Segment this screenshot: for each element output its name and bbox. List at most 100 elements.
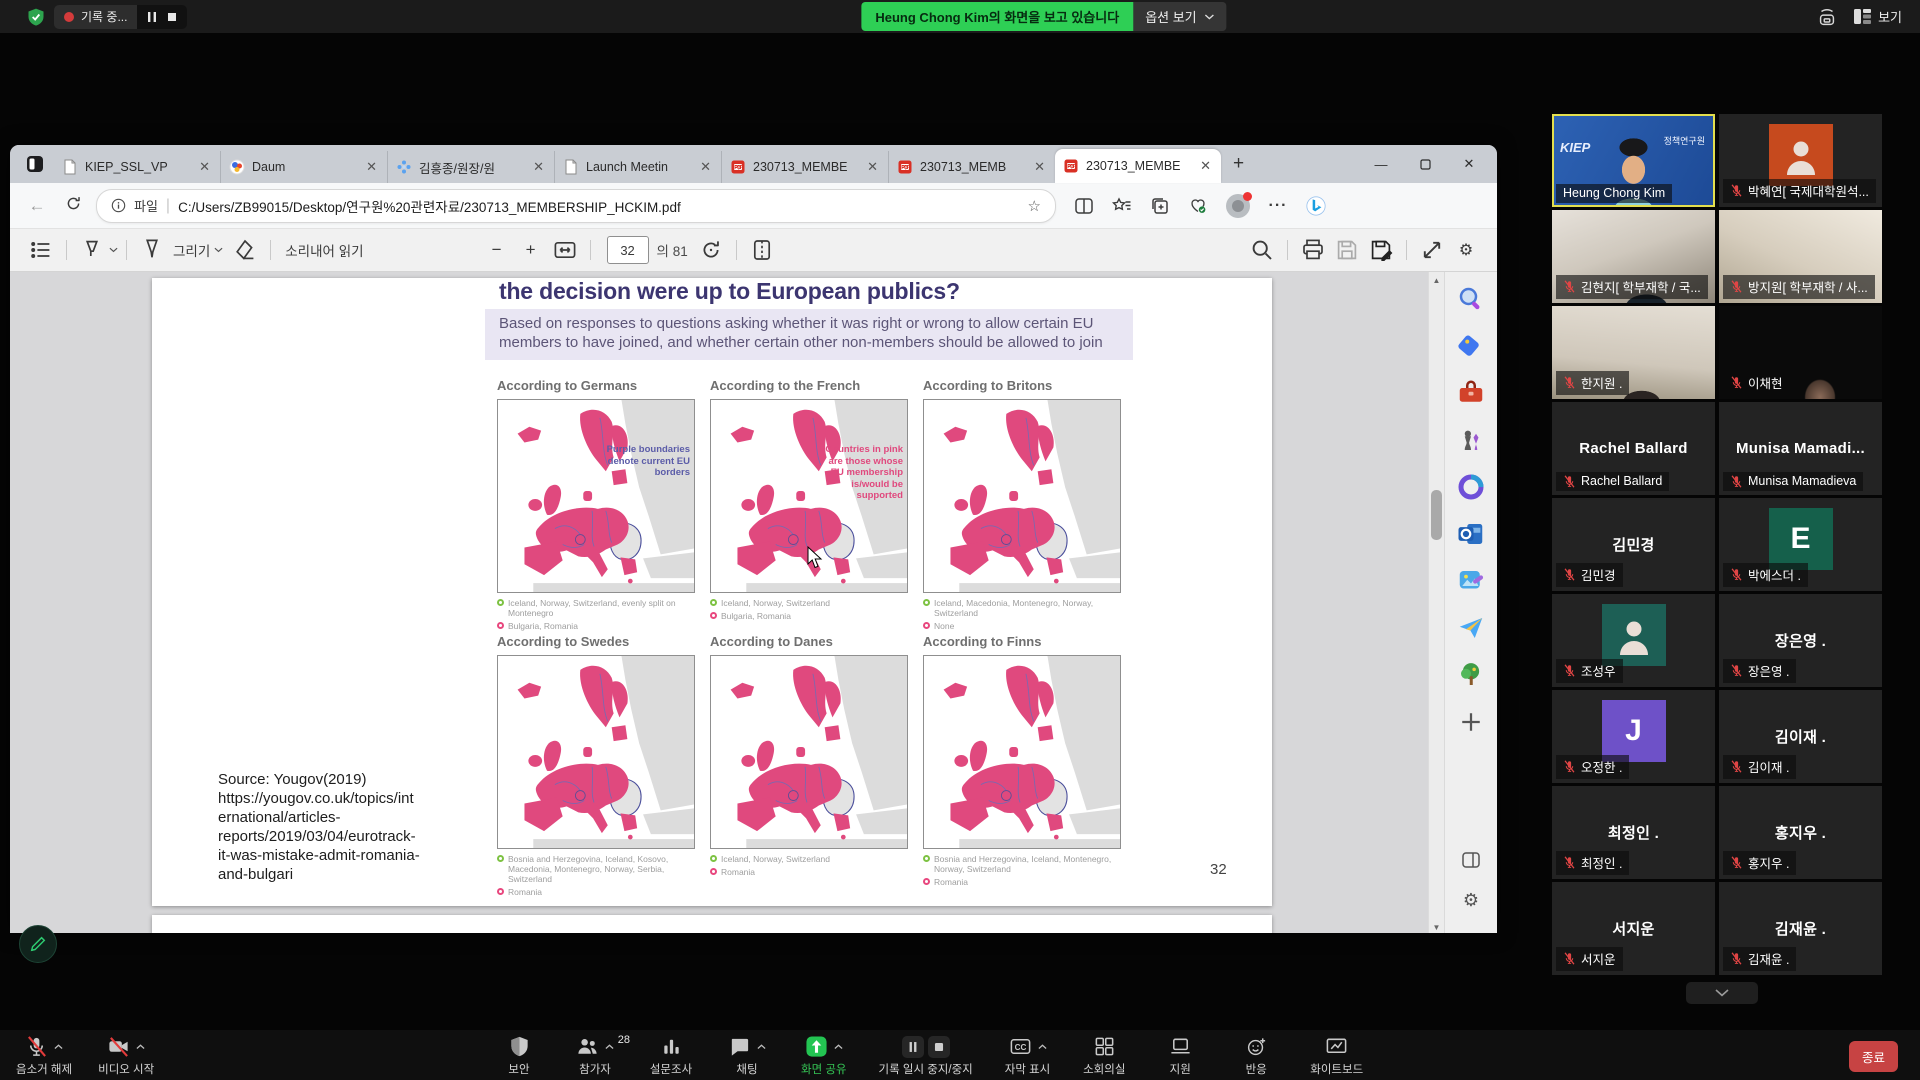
- record-controls-button[interactable]: 기록 일시 중지/중지: [879, 1034, 973, 1077]
- view-options-button[interactable]: 옵션 보기: [1133, 2, 1226, 31]
- participant-tile[interactable]: 서지운 서지운: [1552, 882, 1715, 975]
- pause-icon[interactable]: [902, 1036, 924, 1058]
- sidebar-settings-gear-icon[interactable]: ⚙: [1456, 885, 1486, 915]
- close-tab-icon[interactable]: ✕: [364, 159, 379, 175]
- participant-tile[interactable]: Rachel Ballard Rachel Ballard: [1552, 402, 1715, 495]
- pdf-settings-gear-icon[interactable]: ⚙: [1454, 238, 1478, 262]
- sidebar-split-icon[interactable]: [1456, 845, 1486, 875]
- close-tab-icon[interactable]: ✕: [865, 159, 880, 175]
- close-tab-icon[interactable]: ✕: [531, 159, 546, 175]
- profile-avatar[interactable]: [1226, 194, 1250, 218]
- chevron-up-icon[interactable]: [54, 1044, 63, 1049]
- new-tab-button[interactable]: +: [1221, 153, 1256, 175]
- browser-tab-6[interactable]: 230713_MEMB✕: [888, 151, 1055, 183]
- stop-icon[interactable]: [928, 1036, 950, 1058]
- search-icon[interactable]: [1250, 238, 1274, 262]
- browser-tab-3[interactable]: 김흥종/원장/원✕: [387, 151, 554, 183]
- sidebar-outlook-icon[interactable]: [1456, 519, 1486, 549]
- scroll-down-icon[interactable]: ▼: [1429, 919, 1444, 933]
- favorites-icon[interactable]: [1112, 196, 1132, 216]
- browser-tab-7[interactable]: 230713_MEMBE✕: [1055, 149, 1221, 183]
- close-tab-icon[interactable]: ✕: [1032, 159, 1047, 175]
- sidebar-m365-icon[interactable]: [1456, 472, 1486, 502]
- cast-icon[interactable]: [1816, 6, 1838, 28]
- scroll-up-icon[interactable]: ▲: [1429, 272, 1444, 288]
- chat-button[interactable]: 채팅: [725, 1034, 769, 1077]
- chevron-up-icon[interactable]: [834, 1044, 843, 1049]
- minimize-button[interactable]: —: [1359, 145, 1403, 183]
- participant-tile[interactable]: 장은영 . 장은영 .: [1719, 594, 1882, 687]
- participant-tile[interactable]: 최정인 . 최정인 .: [1552, 786, 1715, 879]
- participant-tile[interactable]: E 박에스더 .: [1719, 498, 1882, 591]
- settings-menu-icon[interactable]: ···: [1268, 196, 1288, 216]
- sidebar-shopping-icon[interactable]: [1456, 331, 1486, 361]
- close-window-button[interactable]: ✕: [1447, 145, 1491, 183]
- chevron-down-icon[interactable]: [214, 247, 223, 253]
- browser-tab-5[interactable]: 230713_MEMBE✕: [721, 151, 888, 183]
- reactions-button[interactable]: 반응: [1234, 1034, 1278, 1077]
- fullscreen-icon[interactable]: [1420, 238, 1444, 262]
- fit-width-icon[interactable]: [553, 238, 577, 262]
- participant-video-tile[interactable]: 방지원[ 학부재학 / 사...: [1719, 210, 1882, 303]
- annotation-pencil-button[interactable]: [19, 925, 57, 963]
- print-icon[interactable]: [1301, 238, 1325, 262]
- participant-tile[interactable]: Munisa Mamadi... Munisa Mamadieva: [1719, 402, 1882, 495]
- show-more-participants-button[interactable]: [1686, 982, 1758, 1004]
- breakout-rooms-button[interactable]: 소회의실: [1082, 1034, 1126, 1077]
- draw-label[interactable]: 그리기: [173, 240, 210, 260]
- participant-tile[interactable]: 김민경 김민경: [1552, 498, 1715, 591]
- participant-tile[interactable]: J 오정한 .: [1552, 690, 1715, 783]
- chevron-down-icon[interactable]: [109, 247, 118, 253]
- participant-tile[interactable]: 김이재 . 김이재 .: [1719, 690, 1882, 783]
- participant-video-tile[interactable]: 한지원 .: [1552, 306, 1715, 399]
- close-tab-icon[interactable]: ✕: [197, 159, 212, 175]
- eraser-icon[interactable]: [233, 238, 257, 262]
- view-button[interactable]: 보기: [1854, 7, 1902, 26]
- close-tab-icon[interactable]: ✕: [698, 159, 713, 175]
- maximize-button[interactable]: [1403, 145, 1447, 183]
- draw-pen-icon[interactable]: [140, 238, 164, 262]
- page-view-icon[interactable]: [750, 238, 774, 262]
- page-number-input[interactable]: 32: [607, 236, 649, 264]
- url-field[interactable]: 파일 | C:/Users/ZB99015/Desktop/연구원%20관련자료…: [96, 189, 1056, 223]
- sidebar-tree-icon[interactable]: [1456, 660, 1486, 690]
- zoom-out-icon[interactable]: −: [485, 238, 509, 262]
- share-screen-button[interactable]: 화면 공유: [801, 1034, 847, 1077]
- toc-icon[interactable]: [29, 238, 53, 262]
- split-screen-icon[interactable]: [1074, 196, 1094, 216]
- participant-tile[interactable]: 홍지우 . 홍지우 .: [1719, 786, 1882, 879]
- browser-tab-2[interactable]: Daum✕: [220, 151, 387, 183]
- sidebar-designer-icon[interactable]: [1456, 566, 1486, 596]
- pdf-scrollbar[interactable]: ▲ ▼: [1428, 272, 1444, 933]
- participant-tile[interactable]: 김재윤 . 김재윤 .: [1719, 882, 1882, 975]
- refresh-button[interactable]: [60, 195, 86, 217]
- highlight-pen-icon[interactable]: [80, 238, 104, 262]
- save-as-icon[interactable]: [1369, 238, 1393, 262]
- chevron-up-icon[interactable]: [605, 1044, 614, 1049]
- sidebar-add-icon[interactable]: [1456, 707, 1486, 737]
- scrollbar-thumb[interactable]: [1431, 490, 1442, 540]
- browser-tab-1[interactable]: KIEP_SSL_VP✕: [54, 151, 220, 183]
- participant-tile[interactable]: 조성우: [1552, 594, 1715, 687]
- stop-recording-button[interactable]: [163, 8, 181, 26]
- start-video-button[interactable]: 비디오 시작: [98, 1034, 154, 1077]
- sidebar-drop-icon[interactable]: [1456, 613, 1486, 643]
- unmute-button[interactable]: 음소거 해제: [16, 1034, 72, 1077]
- sidebar-games-icon[interactable]: [1456, 425, 1486, 455]
- captions-button[interactable]: CC자막 표시: [1005, 1034, 1051, 1077]
- participant-video-tile[interactable]: 이채현: [1719, 306, 1882, 399]
- participant-video-tile[interactable]: 김현지[ 학부재학 / 국...: [1552, 210, 1715, 303]
- zoom-in-icon[interactable]: +: [519, 238, 543, 262]
- whiteboard-button[interactable]: 화이트보드: [1310, 1034, 1363, 1077]
- support-button[interactable]: 지원: [1158, 1034, 1202, 1077]
- end-meeting-button[interactable]: 종료: [1849, 1041, 1898, 1072]
- bing-icon[interactable]: [1306, 196, 1326, 216]
- participants-button[interactable]: 28참가자: [573, 1034, 617, 1077]
- read-aloud-button[interactable]: 소리내어 읽기: [285, 240, 363, 260]
- participant-video-tile[interactable]: 정책연구원KIEP Heung Chong Kim: [1552, 114, 1715, 207]
- pause-recording-button[interactable]: [143, 8, 161, 26]
- rotate-icon[interactable]: [699, 238, 723, 262]
- browser-essentials-icon[interactable]: [1188, 196, 1208, 216]
- chevron-up-icon[interactable]: [757, 1044, 766, 1049]
- sidebar-search-icon[interactable]: [1456, 284, 1486, 314]
